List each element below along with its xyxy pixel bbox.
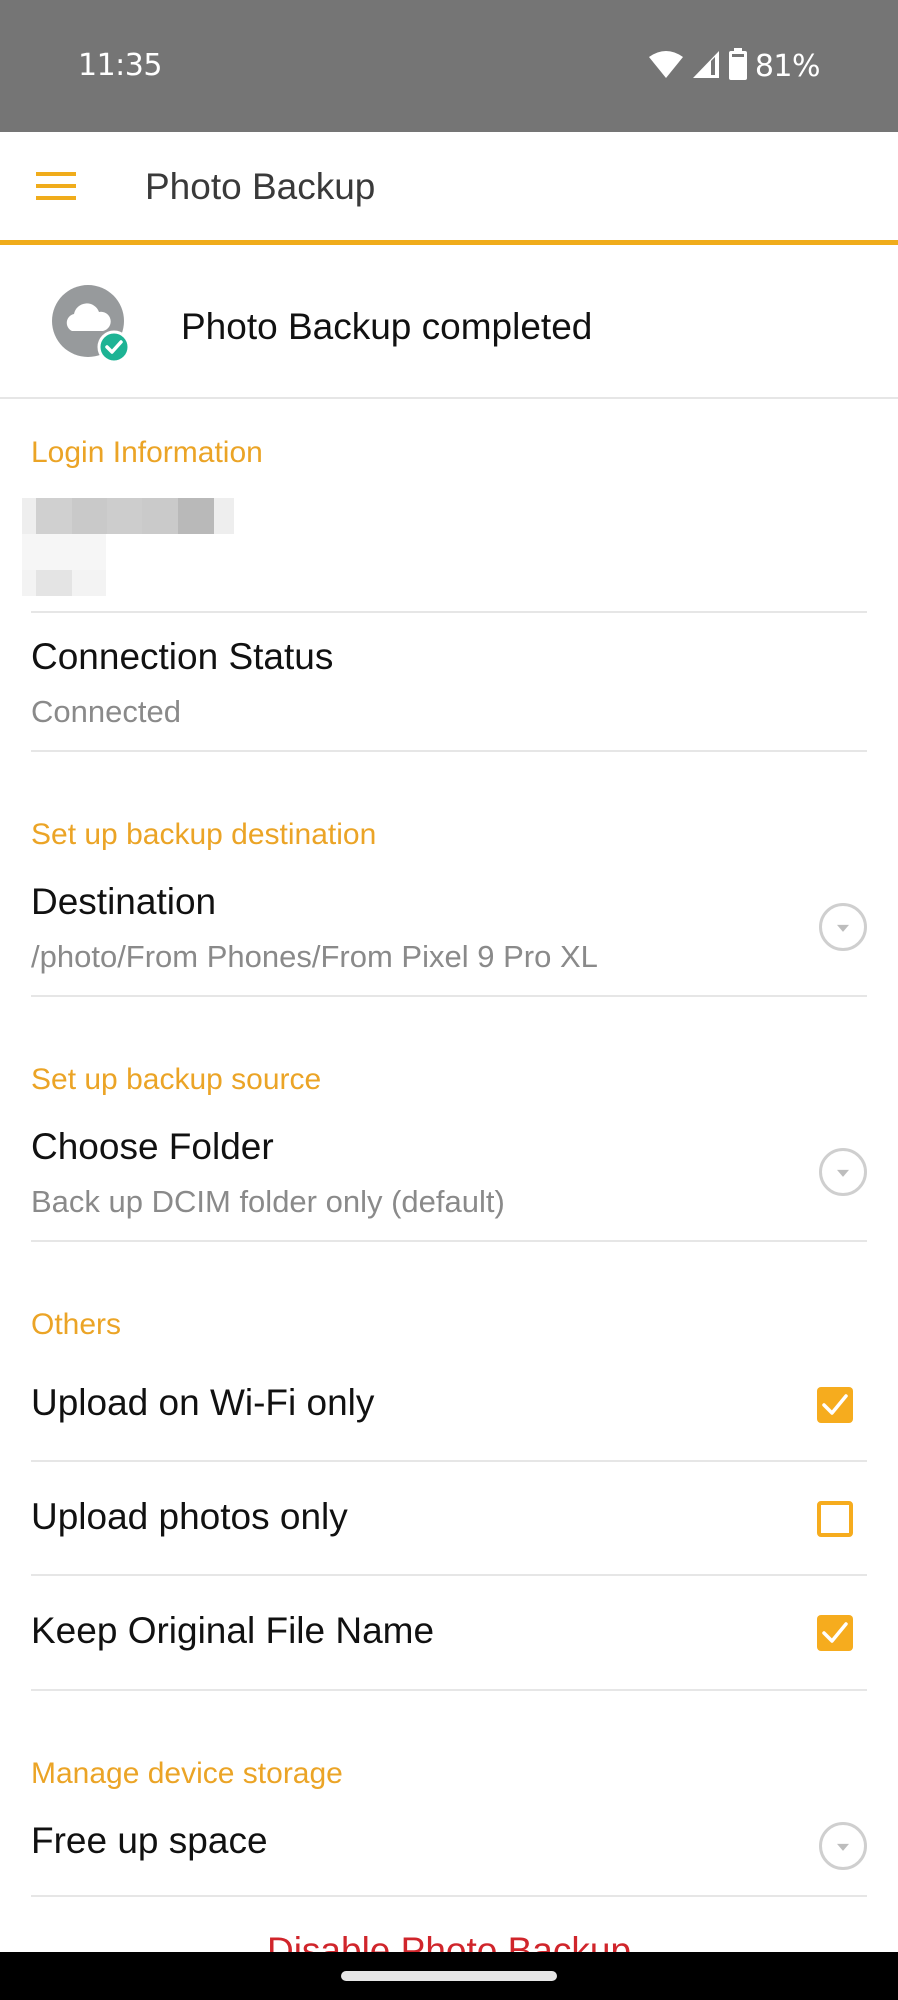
free-up-space-title: Free up space xyxy=(31,1820,268,1861)
connection-status-title: Connection Status xyxy=(31,636,334,677)
divider xyxy=(31,995,867,997)
checkmark-icon xyxy=(822,1394,848,1415)
status-bar: 11:35 81% xyxy=(0,0,898,132)
dropdown-icon[interactable] xyxy=(819,1148,867,1196)
option-label: Keep Original File Name xyxy=(31,1610,435,1651)
option-label: Upload photos only xyxy=(31,1496,348,1537)
dropdown-icon[interactable] xyxy=(819,903,867,951)
cloud-check-icon xyxy=(52,285,131,364)
section-header-source: Set up backup source xyxy=(31,1063,322,1096)
menu-button[interactable] xyxy=(36,172,76,202)
section-header-login: Login Information xyxy=(31,436,263,469)
divider xyxy=(31,750,867,752)
page-title: Photo Backup xyxy=(145,166,376,207)
destination-path: /photo/From Phones/From Pixel 9 Pro XL xyxy=(31,939,598,974)
checkmark-icon xyxy=(822,1622,848,1643)
section-header-storage: Manage device storage xyxy=(31,1757,343,1790)
destination-title: Destination xyxy=(31,881,217,922)
option-label: Upload on Wi-Fi only xyxy=(31,1382,375,1423)
choose-folder-value: Back up DCIM folder only (default) xyxy=(31,1184,505,1219)
divider xyxy=(0,397,898,399)
checkbox-photos-only[interactable] xyxy=(817,1501,853,1537)
app-bar xyxy=(0,132,898,240)
battery-icon xyxy=(728,47,747,85)
cellular-signal-icon xyxy=(691,49,721,84)
choose-folder-title: Choose Folder xyxy=(31,1126,274,1167)
wifi-icon xyxy=(648,49,683,84)
connection-status-value: Connected xyxy=(31,694,181,729)
home-gesture-handle[interactable] xyxy=(341,1971,557,1981)
clock: 11:35 xyxy=(78,48,162,83)
backup-status-text: Photo Backup completed xyxy=(181,306,593,347)
section-header-others: Others xyxy=(31,1308,122,1341)
section-header-destination: Set up backup destination xyxy=(31,818,377,851)
divider xyxy=(31,1689,867,1691)
divider xyxy=(31,1240,867,1242)
checkbox-keep-filename[interactable] xyxy=(817,1615,853,1651)
checkbox-wifi-only[interactable] xyxy=(817,1387,853,1423)
divider xyxy=(31,1895,867,1897)
dropdown-icon[interactable] xyxy=(819,1822,867,1870)
system-icons: 81% xyxy=(648,47,821,85)
connection-status-row[interactable] xyxy=(0,613,898,751)
battery-percent: 81% xyxy=(754,48,821,84)
